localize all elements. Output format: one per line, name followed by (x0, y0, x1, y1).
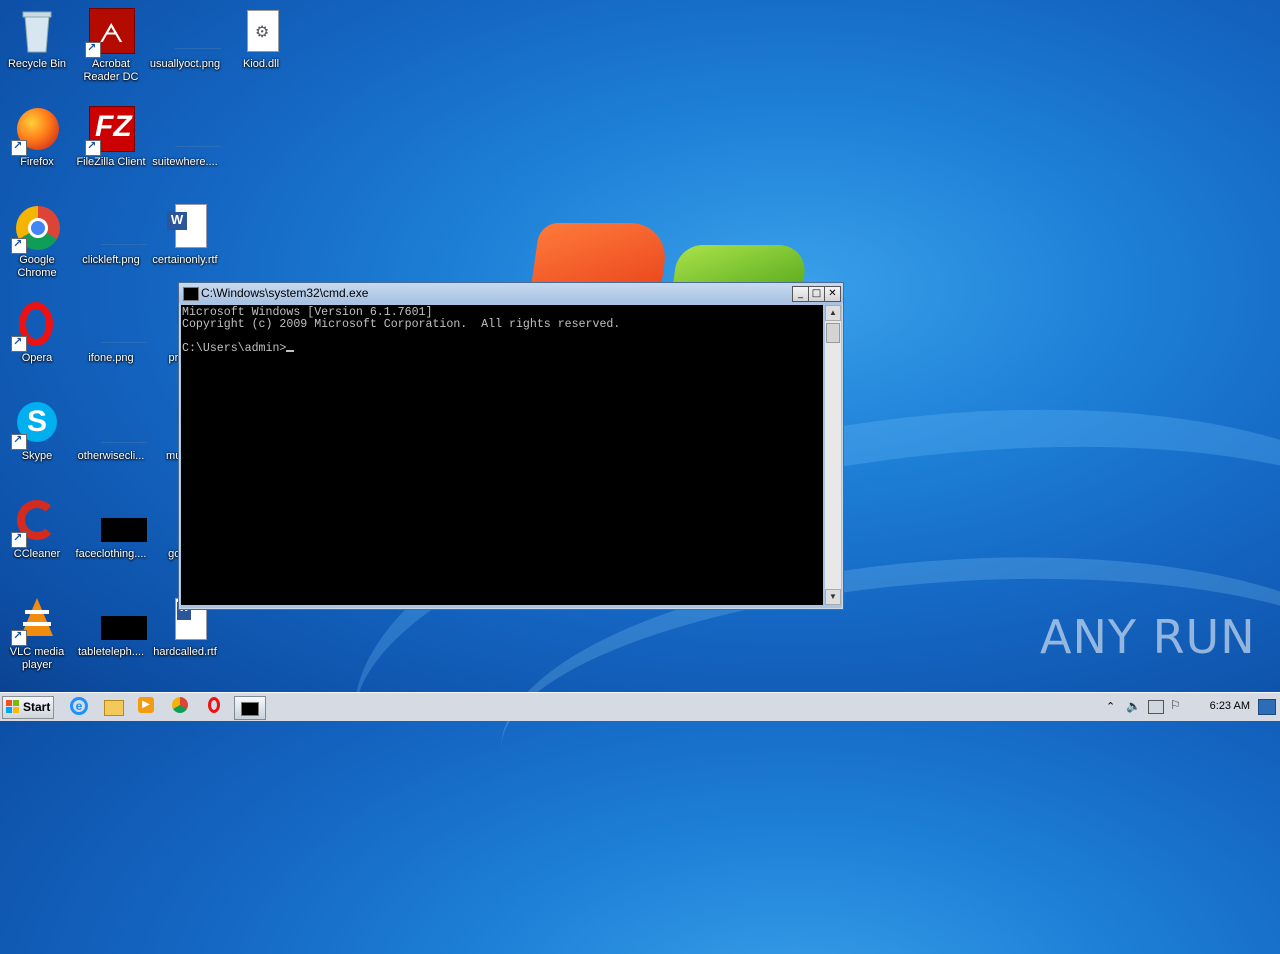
scroll-up-arrow-icon[interactable]: ▲ (825, 305, 841, 321)
clock[interactable]: 6:23 AM (1210, 700, 1250, 712)
desktop-icon-chrome[interactable]: Google Chrome (0, 204, 74, 280)
desktop-icon-skype[interactable]: S Skype (0, 400, 74, 463)
shortcut-arrow-icon (11, 237, 27, 254)
file-icon (87, 400, 147, 448)
ccleaner-icon (11, 498, 61, 548)
internet-explorer-icon[interactable]: e (70, 697, 90, 717)
vertical-scrollbar[interactable]: ▲ ▼ (825, 305, 841, 605)
opera-taskbar-icon[interactable] (206, 697, 226, 717)
media-player-icon[interactable]: ▶ (138, 697, 158, 717)
action-center-flag-icon[interactable]: ⚐ (1170, 698, 1181, 712)
cmd-window-title: C:\Windows\system32\cmd.exe (201, 286, 369, 300)
start-button[interactable]: Start (2, 696, 54, 719)
desktop-icon-clickleft[interactable]: clickleft.png (74, 204, 148, 267)
desktop-icon-firefox[interactable]: Firefox (0, 106, 74, 169)
desktop-icon-recycle-bin[interactable]: Recycle Bin (0, 8, 74, 71)
desktop-icon-kiod-dll[interactable]: ⚙ Kiod.dll (224, 8, 298, 71)
minimize-button[interactable]: _ (792, 286, 809, 302)
shortcut-arrow-icon (11, 629, 27, 646)
maximize-button[interactable]: □ (808, 286, 825, 302)
shortcut-arrow-icon (11, 531, 27, 548)
cmd-title-bar[interactable]: C:\Windows\system32\cmd.exe _ □ ✕ (179, 283, 843, 303)
firefox-icon (11, 106, 61, 156)
vlc-icon (11, 596, 61, 646)
desktop-icon-vlc[interactable]: VLC media player (0, 596, 74, 672)
desktop-icon-acrobat[interactable]: ᗅ Acrobat Reader DC (74, 8, 148, 84)
scrollbar-thumb[interactable] (826, 323, 840, 343)
desktop-icon-usuallyoct[interactable]: usuallyoct.png (148, 8, 222, 71)
windows-flag-icon (6, 700, 20, 714)
console-output[interactable]: Microsoft Windows [Version 6.1.7601] Cop… (181, 305, 823, 605)
image-file-icon (87, 596, 147, 644)
png-file-icon (87, 204, 147, 252)
shortcut-arrow-icon (85, 139, 101, 156)
shortcut-arrow-icon (85, 41, 101, 58)
desktop-icon-certainonly[interactable]: W certainonly.rtf (148, 204, 222, 267)
console-line: Copyright (c) 2009 Microsoft Corporation… (182, 318, 621, 331)
file-icon (161, 106, 221, 154)
chrome-icon (11, 204, 61, 254)
shortcut-arrow-icon (11, 139, 27, 156)
scroll-down-arrow-icon[interactable]: ▼ (825, 589, 841, 605)
desktop-icon-otherwisecli[interactable]: otherwisecli... (74, 400, 148, 463)
desktop-icon-ifone[interactable]: ifone.png (74, 302, 148, 365)
network-icon[interactable] (1148, 700, 1164, 714)
show-desktop-button[interactable] (1258, 699, 1276, 715)
cmd-window[interactable]: C:\Windows\system32\cmd.exe _ □ ✕ Micros… (178, 282, 844, 610)
shortcut-arrow-icon (11, 335, 27, 352)
png-file-icon (161, 8, 221, 56)
word-document-icon: W (161, 204, 209, 252)
anyrun-watermark: ANY RUN (1040, 610, 1256, 664)
dll-file-icon: ⚙ (237, 8, 285, 56)
console-prompt: C:\Users\admin> (182, 342, 287, 355)
close-button[interactable]: ✕ (824, 286, 841, 302)
image-file-icon (87, 498, 147, 546)
desktop-icon-tableteleph[interactable]: tableteleph.... (74, 596, 148, 659)
png-file-icon (87, 302, 147, 350)
system-tray: ⌃ 🔈 ⚐ 6:23 AM (1102, 693, 1280, 721)
chrome-taskbar-icon[interactable] (172, 697, 192, 717)
shortcut-arrow-icon (11, 433, 27, 450)
desktop-icon-faceclothing[interactable]: faceclothing.... (74, 498, 148, 561)
desktop-icon-filezilla[interactable]: FZ FileZilla Client (74, 106, 148, 169)
text-cursor (286, 350, 295, 352)
volume-icon[interactable]: 🔈 (1126, 699, 1141, 713)
desktop-icon-ccleaner[interactable]: CCleaner (0, 498, 74, 561)
desktop-icon-suitewhere[interactable]: suitewhere.... (148, 106, 222, 169)
desktop-icon-opera[interactable]: Opera (0, 302, 74, 365)
show-hidden-icons-chevron-icon[interactable]: ⌃ (1106, 700, 1115, 713)
skype-icon: S (11, 400, 61, 450)
cmd-taskbar-button[interactable] (234, 696, 266, 720)
acrobat-icon: ᗅ (85, 8, 135, 58)
taskbar: Start e ▶ ⌃ 🔈 ⚐ 6:23 AM (0, 692, 1280, 721)
opera-icon (11, 302, 61, 352)
recycle-bin-icon (13, 8, 61, 56)
cmd-icon (183, 287, 199, 301)
filezilla-icon: FZ (85, 106, 135, 156)
folder-icon[interactable] (104, 697, 124, 717)
